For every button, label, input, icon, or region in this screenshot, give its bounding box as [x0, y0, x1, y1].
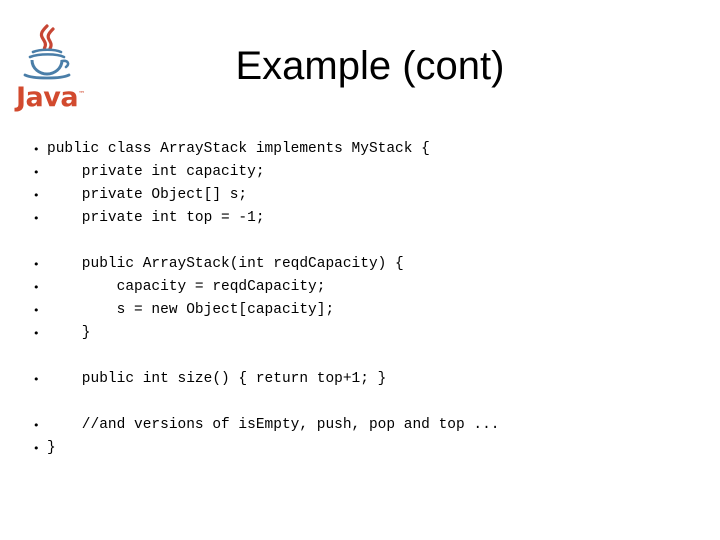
- code-text: public ArrayStack(int reqdCapacity) {: [47, 256, 404, 272]
- code-text: //and versions of isEmpty, push, pop and…: [47, 417, 500, 433]
- slide-canvas: Java™ Example (cont) • public class Array…: [0, 0, 720, 540]
- java-logo: Java™: [16, 22, 85, 112]
- bullet-marker: •: [33, 304, 40, 317]
- code-spacer: [0, 391, 720, 414]
- bullet-marker: •: [33, 166, 40, 179]
- bullet-marker: •: [33, 281, 40, 294]
- code-spacer: [0, 230, 720, 253]
- code-text: public int size() { return top+1; }: [47, 371, 387, 387]
- code-spacer: [0, 345, 720, 368]
- code-line: • public int size() { return top+1; }: [0, 368, 720, 391]
- bullet-marker: •: [33, 258, 40, 271]
- bullet-marker: •: [33, 189, 40, 202]
- code-listing: • public class ArrayStack implements MySt…: [0, 138, 720, 460]
- java-cup-icon: [23, 24, 71, 80]
- code-text: private Object[] s;: [47, 187, 248, 203]
- code-text: }: [47, 440, 56, 456]
- code-text: public class ArrayStack implements MySta…: [47, 141, 430, 157]
- code-line: • private int top = -1;: [0, 207, 720, 230]
- trademark-symbol: ™: [78, 90, 85, 98]
- code-text: private int top = -1;: [47, 210, 265, 226]
- page-title: Example (cont): [235, 44, 505, 88]
- code-text: s = new Object[capacity];: [47, 302, 335, 318]
- code-line: • private Object[] s;: [0, 184, 720, 207]
- code-line: • }: [0, 322, 720, 345]
- code-text: }: [47, 325, 91, 341]
- code-line: •}: [0, 437, 720, 460]
- code-line: • //and versions of isEmpty, push, pop a…: [0, 414, 720, 437]
- code-line: • public class ArrayStack implements MySt…: [0, 138, 720, 161]
- bullet-marker: •: [33, 212, 40, 225]
- bullet-marker: •: [33, 327, 40, 340]
- bullet-marker: •: [33, 373, 40, 386]
- code-line: • public ArrayStack(int reqdCapacity) {: [0, 253, 720, 276]
- code-text: capacity = reqdCapacity;: [47, 279, 326, 295]
- code-line: • private int capacity;: [0, 161, 720, 184]
- bullet-marker: •: [33, 143, 40, 156]
- bullet-marker: •: [33, 419, 40, 432]
- java-wordmark-text: Java: [16, 82, 79, 113]
- java-wordmark: Java™: [16, 80, 85, 112]
- bullet-marker: •: [33, 442, 40, 455]
- code-line: • capacity = reqdCapacity;: [0, 276, 720, 299]
- code-text: private int capacity;: [47, 164, 265, 180]
- code-line: • s = new Object[capacity];: [0, 299, 720, 322]
